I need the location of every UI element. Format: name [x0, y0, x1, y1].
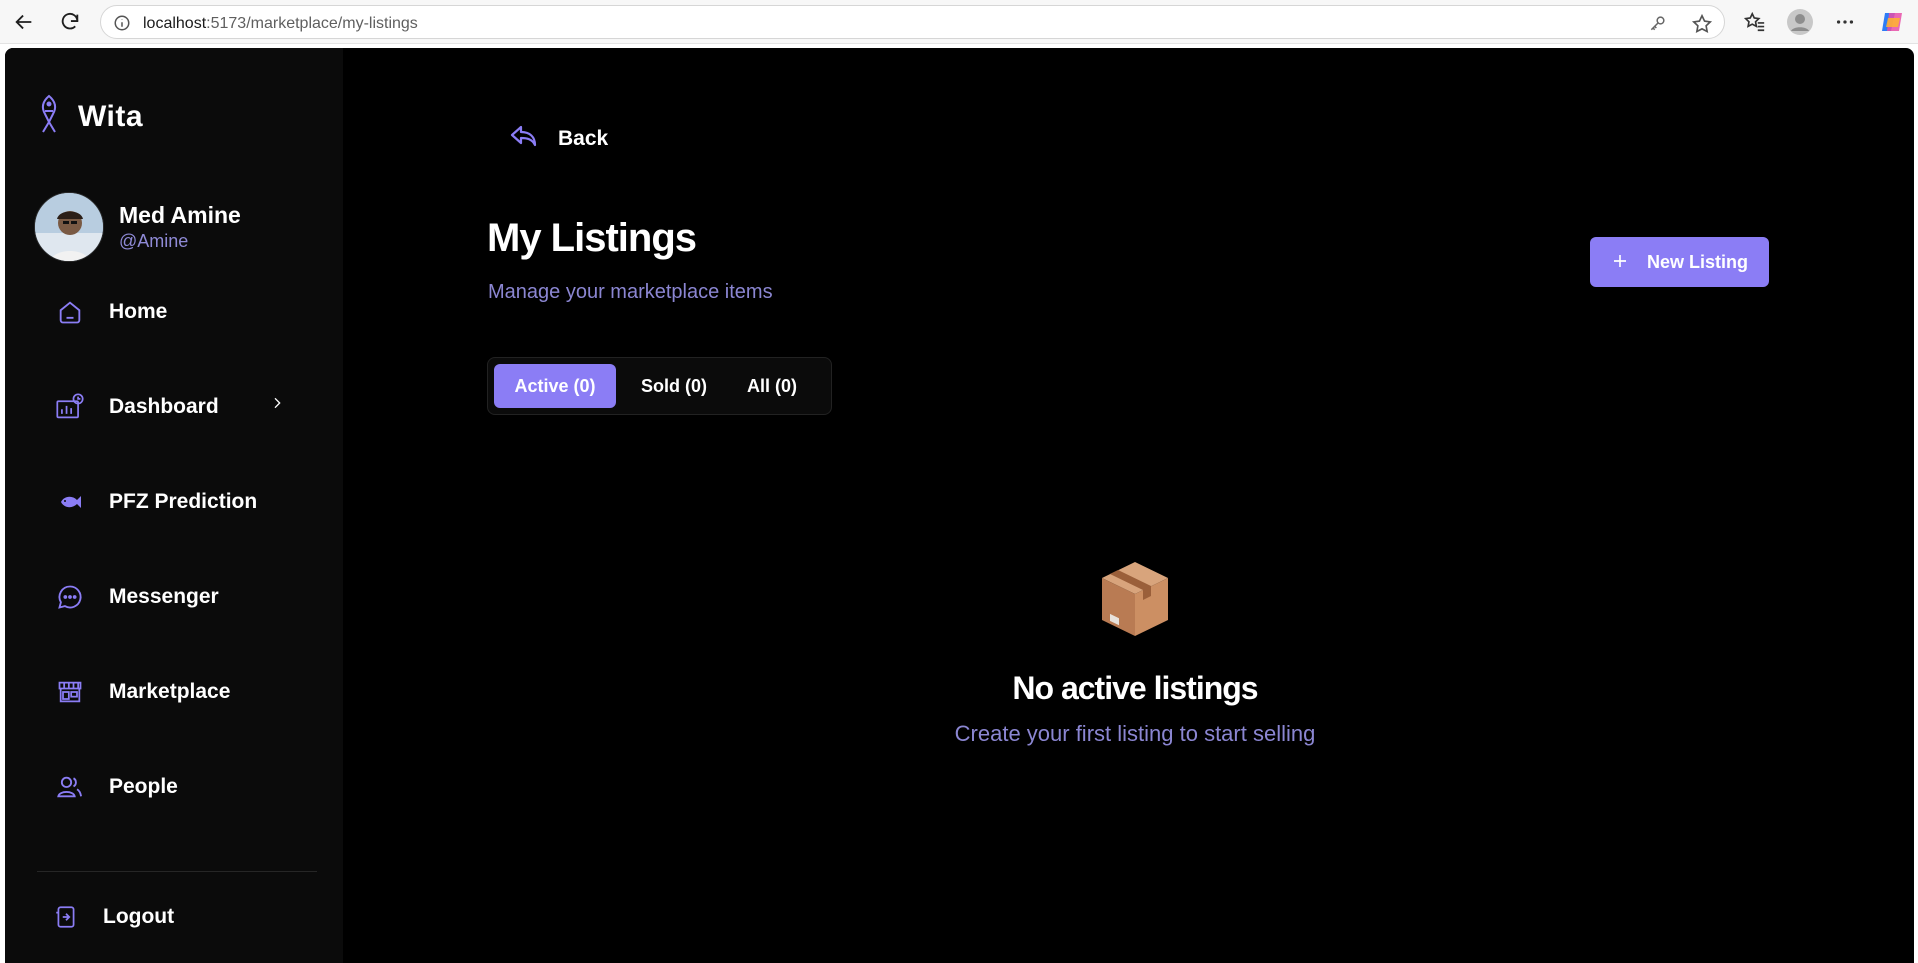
sidebar-item-people[interactable]: People	[55, 763, 305, 811]
user-name: Med Amine	[119, 202, 241, 228]
sidebar-item-messenger[interactable]: Messenger	[55, 573, 305, 621]
tab-all[interactable]: All (0)	[727, 364, 817, 408]
sidebar-item-label: PFZ Prediction	[109, 490, 258, 513]
brand-logo[interactable]: Wita	[38, 94, 143, 139]
more-icon[interactable]	[1831, 8, 1859, 36]
reply-arrow-icon	[510, 124, 538, 153]
favorites-icon[interactable]	[1741, 8, 1769, 36]
sidebar-item-label: Dashboard	[109, 395, 219, 418]
new-listing-label: New Listing	[1646, 251, 1748, 272]
page-title: My Listings	[487, 216, 697, 260]
sidebar-item-label: Home	[109, 300, 168, 323]
sidebar-item-label: People	[109, 775, 178, 798]
star-icon[interactable]	[1691, 13, 1713, 40]
listing-tabs: Active (0) Sold (0) All (0)	[487, 357, 832, 415]
logout-label: Logout	[103, 905, 175, 928]
avatar[interactable]	[34, 192, 104, 262]
sidebar-item-label: Messenger	[109, 585, 219, 608]
logout-icon	[51, 902, 81, 932]
user-profile[interactable]: Med Amine @Amine	[34, 192, 241, 262]
dashboard-icon	[55, 392, 85, 422]
home-icon	[55, 297, 85, 327]
sidebar-item-marketplace[interactable]: Marketplace	[55, 668, 305, 716]
people-icon	[55, 772, 85, 802]
copilot-icon[interactable]	[1878, 8, 1906, 36]
sidebar-item-dashboard[interactable]: Dashboard	[55, 383, 305, 431]
new-listing-button[interactable]: New Listing	[1590, 237, 1769, 287]
sidebar-item-pfz-prediction[interactable]: PFZ Prediction	[55, 478, 305, 526]
tab-active[interactable]: Active (0)	[494, 364, 616, 408]
url-host: localhost	[143, 15, 207, 32]
chevron-right-icon[interactable]	[269, 395, 285, 416]
fish-icon	[55, 487, 85, 517]
key-icon[interactable]	[1648, 13, 1668, 38]
reload-icon[interactable]	[56, 8, 84, 36]
fish-logo-icon	[38, 94, 60, 139]
tab-sold[interactable]: Sold (0)	[621, 364, 727, 408]
back-arrow-icon[interactable]	[10, 8, 38, 36]
page-subtitle: Manage your marketplace items	[488, 281, 773, 303]
sidebar-divider	[37, 871, 317, 872]
store-icon	[55, 677, 85, 707]
brand-name: Wita	[78, 99, 144, 133]
empty-text: Create your first listing to start selli…	[954, 721, 1316, 746]
back-label: Back	[558, 126, 609, 150]
url-text[interactable]: localhost:5173/marketplace/my-listings	[143, 15, 418, 33]
address-bar[interactable]: localhost:5173/marketplace/my-listings	[100, 5, 1725, 39]
info-icon[interactable]	[113, 14, 131, 37]
user-handle: @Amine	[119, 231, 189, 251]
sidebar-item-home[interactable]: Home	[55, 288, 305, 336]
app-window: Wita Med Amine @Amine Home Dashboard PFZ…	[5, 48, 1914, 963]
browser-toolbar: localhost:5173/marketplace/my-listings	[0, 0, 1918, 44]
sidebar-item-label: Marketplace	[109, 680, 231, 703]
package-icon	[1098, 560, 1172, 643]
url-path: :5173/marketplace/my-listings	[206, 15, 418, 32]
sidebar: Wita Med Amine @Amine Home Dashboard PFZ…	[5, 48, 343, 963]
profile-icon[interactable]	[1786, 8, 1814, 36]
chat-icon	[55, 582, 85, 612]
empty-title: No active listings	[1012, 670, 1258, 706]
back-button[interactable]: Back	[510, 124, 608, 153]
plus-icon	[1611, 252, 1629, 273]
logout-button[interactable]: Logout	[51, 893, 301, 941]
